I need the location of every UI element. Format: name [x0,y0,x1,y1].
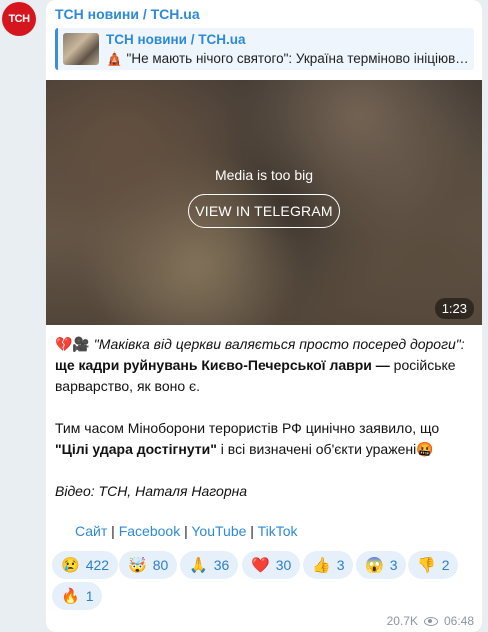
broken-heart-camera-emoji: 💔🎥 [55,336,90,352]
tiktok-link[interactable]: TikTok [258,523,298,539]
site-link[interactable]: Сайт [75,523,107,539]
post-line-5: "Цілі удара достігнути" і всі визначені … [55,439,475,460]
reaction-count: 2 [441,557,450,573]
post-bold-quote: "Цілі удара достігнути" [55,441,217,457]
forwarded-thumbnail [63,33,99,65]
reaction-fire[interactable]: 🔥 1 [52,582,103,610]
post-credit: Відео: ТСН, Наталя Нагорна [55,481,475,502]
forwarded-preview[interactable]: ТСН новини / TCH.ua 🛕 "Не мають нічого с… [55,28,474,70]
thumbs-up-icon: 👍 [312,557,331,574]
reaction-crying[interactable]: 😢 422 [52,551,119,579]
crying-face-icon: 😢 [61,557,80,574]
reaction-heart[interactable]: ❤️ 30 [242,551,301,579]
link-separator: | [180,523,192,539]
channel-avatar[interactable]: TCH [2,2,36,36]
avatar-text: TCH [8,13,30,25]
post-line-2: ще кадри руйнувань Києво-Печерської лавр… [55,355,475,376]
video-preview[interactable]: Media is too big VIEW IN TELEGRAM 1:23 [46,80,482,325]
reaction-scream[interactable]: 😱 3 [356,551,407,579]
post-line-4: Тим часом Міноборони терористів РФ циніч… [55,420,440,436]
reaction-count: 3 [389,557,398,573]
facebook-link[interactable]: Facebook [119,523,180,539]
message-bubble: ТСН новини / TCH.ua ТСН новини / TCH.ua … [46,0,482,632]
reaction-count: 36 [213,557,230,573]
youtube-link[interactable]: YouTube [191,523,246,539]
thumbs-down-icon: 👎 [417,557,436,574]
post-text: 💔🎥 "Маківка від церкви валяється просто … [55,334,475,502]
video-duration: 1:23 [434,298,474,319]
post-text-part: і всі визначені об'єкти уражені🤬 [216,441,434,457]
eye-icon [423,616,438,626]
forwarded-text: 🛕 "Не мають нічого святого": Україна тер… [106,51,472,66]
reaction-count: 80 [152,557,169,573]
reaction-thumbs-up[interactable]: 👍 3 [303,551,354,579]
post-bold-text: ще кадри руйнувань Києво-Печерської лавр… [55,357,390,373]
view-in-telegram-button[interactable]: VIEW IN TELEGRAM [188,194,340,228]
reaction-count: 30 [275,557,292,573]
fire-icon: 🔥 [61,588,80,605]
exploding-head-icon: 🤯 [128,557,147,574]
view-count: 20.7K [386,614,418,628]
post-text-part: російське [389,357,456,373]
heart-icon: ❤️ [251,557,270,574]
post-line-1: 💔🎥 "Маківка від церкви валяється просто … [55,334,475,355]
message-meta: 20.7K 06:48 [387,614,474,628]
forwarded-title: ТСН новини / TCH.ua [106,32,246,47]
folded-hands-icon: 🙏 [189,557,208,574]
media-too-big-text: Media is too big [214,167,314,183]
reaction-pray[interactable]: 🙏 36 [180,551,239,579]
social-links: Сайт | Facebook | YouTube | TikTok [75,523,298,539]
reaction-count: 1 [85,588,94,604]
post-quote: "Маківка від церкви валяється просто пос… [93,336,465,352]
reaction-thumbs-down[interactable]: 👎 2 [408,551,459,579]
link-separator: | [246,523,258,539]
reaction-count: 3 [336,557,345,573]
link-separator: | [107,523,119,539]
reaction-exploding-head[interactable]: 🤯 80 [119,551,178,579]
video-credit: Відео: ТСН, Наталя Нагорна [55,483,248,499]
post-line-3: варварство, як воно є. [55,378,201,394]
message-time: 06:48 [443,614,474,628]
channel-name[interactable]: ТСН новини / TCH.ua [55,6,200,22]
screaming-face-icon: 😱 [365,557,384,574]
reaction-count: 422 [85,557,110,573]
